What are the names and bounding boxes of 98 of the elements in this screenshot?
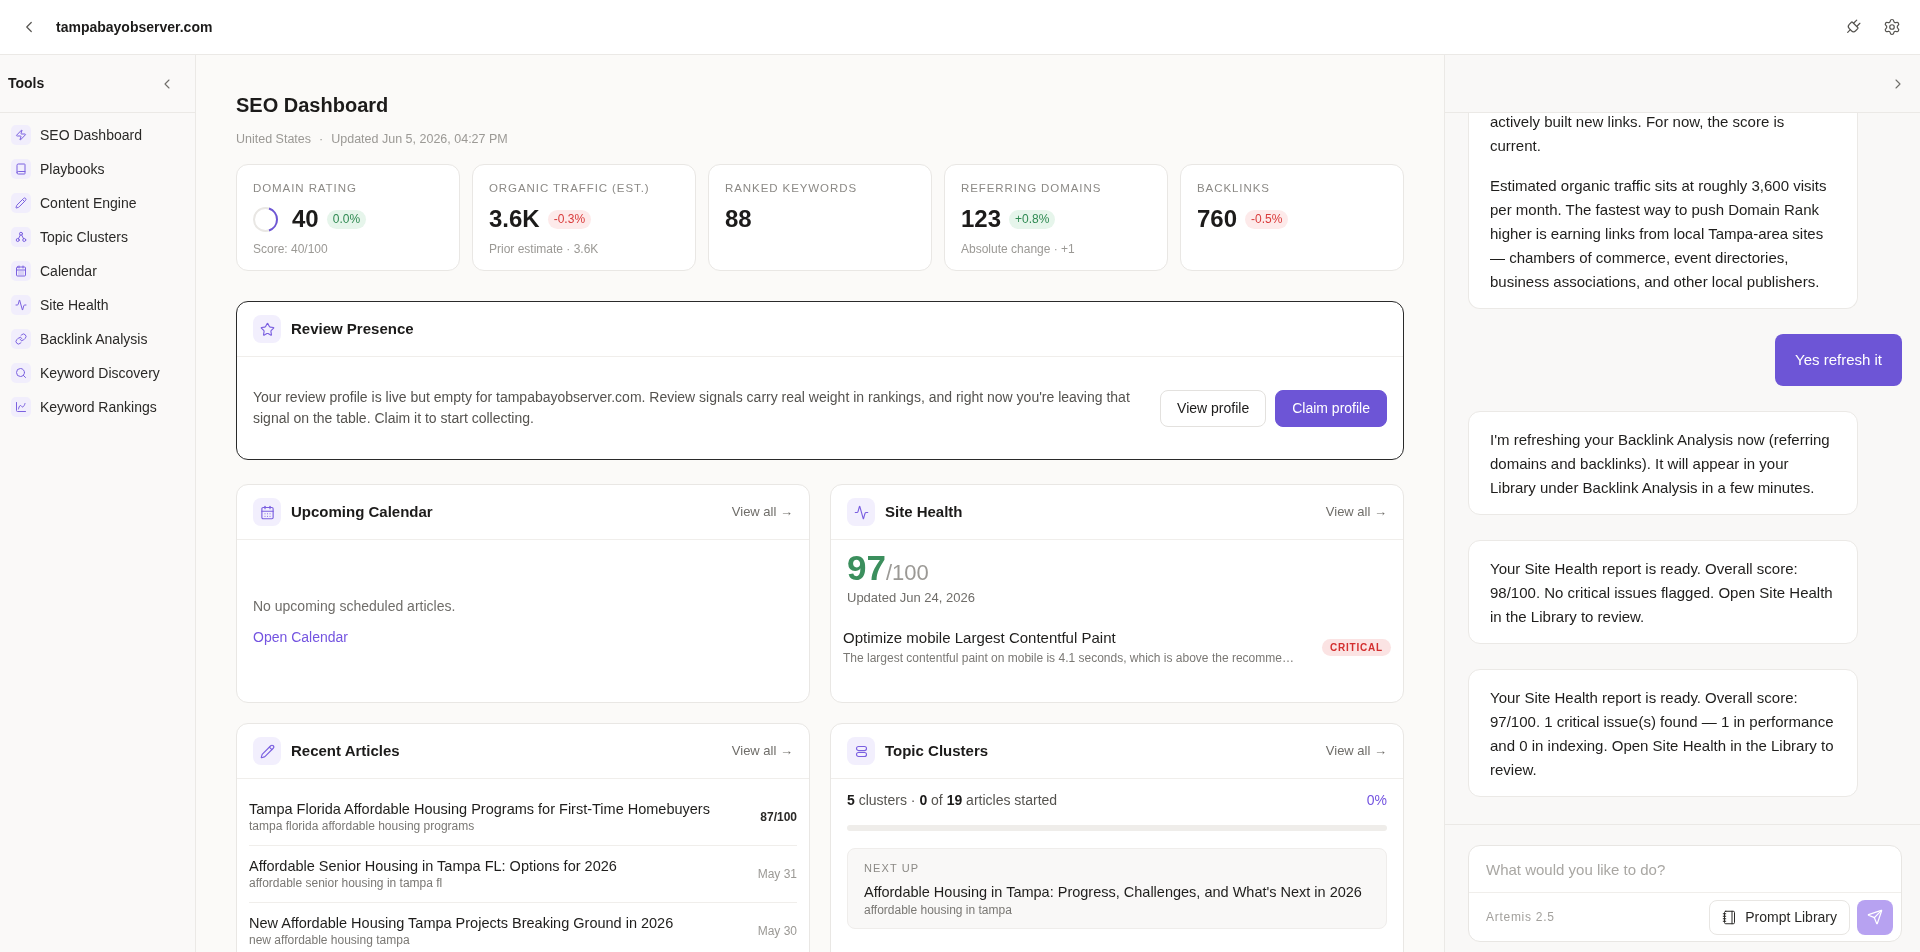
change-badge: 0.0% xyxy=(326,209,367,229)
updated-text: Updated Jun 24, 2026 xyxy=(847,589,976,607)
view-all-link[interactable]: View all → xyxy=(1325,741,1387,761)
claim-button[interactable]: Claim profile xyxy=(1275,389,1387,427)
sidebar-item[interactable]: Content Engine xyxy=(0,186,195,220)
message-composer[interactable]: What would you like to do? Artemis 2.5 Prompt Library xyxy=(1468,845,1902,942)
message-text: Yes refresh it xyxy=(1795,350,1882,370)
metric-value: 3.6K xyxy=(489,204,540,234)
message-input[interactable]: What would you like to do? xyxy=(1469,846,1901,893)
article-keyword: affordable senior housing in tampa fl xyxy=(249,876,444,891)
metric-value: 88 xyxy=(725,204,752,234)
page-title: SEO Dashboard xyxy=(236,93,390,118)
sidebar-item[interactable]: Site Health xyxy=(0,288,195,322)
nodes-icon xyxy=(11,227,31,247)
sidebar-item[interactable]: Playbooks xyxy=(0,152,195,186)
article-keyword: new affordable housing tampa xyxy=(249,933,411,948)
prompt-library-button[interactable]: Prompt Library xyxy=(1709,899,1850,935)
pulse-icon xyxy=(11,295,31,315)
message-text: Your Site Health report is ready. Overall score: 98/100. No critical issues flagged. Open Site Health in the Library to review. xyxy=(1490,559,1834,627)
chart-icon xyxy=(11,397,31,417)
model-label: Artemis 2.5 xyxy=(1486,909,1555,926)
change-badge: +0.8% xyxy=(1009,209,1056,229)
change-badge: -0.5% xyxy=(1245,209,1289,229)
card-title: Recent Articles xyxy=(291,740,400,761)
health-score: 97 xyxy=(847,548,886,588)
pencil-icon xyxy=(253,737,281,765)
updated-text: Updated Jun 5, 2026, 04:27 PM xyxy=(331,131,508,148)
issue-description: The largest contentful paint on mobile is 4.1 seconds, which is above the recomme… xyxy=(843,650,1295,666)
star-icon xyxy=(253,315,281,343)
severity-badge: CRITICAL xyxy=(1321,638,1391,656)
separator-dot: · xyxy=(319,131,324,148)
metric-label: ORGANIC TRAFFIC (EST.) xyxy=(489,181,651,196)
notebook-icon xyxy=(1722,909,1738,925)
open-calendar-link[interactable]: Open Calendar xyxy=(253,626,348,647)
article-row[interactable]: Affordable Senior Housing in Tampa FL: Options for 2026 affordable senior housing in tampa fl May 31 xyxy=(249,846,797,903)
site-title: tampabayobserver.com xyxy=(56,17,213,37)
article-score: 87/100 xyxy=(760,808,797,826)
message-text: I'm refreshing your Backlink Analysis now (referring domains and backlinks). It will appear in your Library under Backlink Analysis in a few minutes. xyxy=(1490,430,1831,498)
article-row[interactable]: Tampa Florida Affordable Housing Programs for First-Time Homebuyers tampa florida affordable housing programs 87/100 xyxy=(249,789,797,846)
metric-note: Absolute change · +1 xyxy=(961,241,1076,257)
stack-icon xyxy=(847,737,875,765)
sidebar-item[interactable]: Keyword Rankings xyxy=(0,390,195,424)
lightning-icon xyxy=(11,125,31,145)
metric-value: 40 xyxy=(292,204,319,234)
send-icon xyxy=(1867,909,1883,925)
link-icon xyxy=(11,329,31,349)
search-icon xyxy=(11,363,31,383)
change-badge: -0.3% xyxy=(547,209,592,229)
card-title: Upcoming Calendar xyxy=(291,501,433,522)
calendar-icon xyxy=(253,498,281,526)
connect-button[interactable] xyxy=(1844,18,1862,36)
metric-label: REFERRING DOMAINS xyxy=(961,181,1103,196)
article-date: May 31 xyxy=(757,865,797,883)
next-up-label: NEXT UP xyxy=(864,861,921,876)
issue-title: Optimize mobile Largest Contentful Paint xyxy=(843,628,1117,648)
sidebar-item[interactable]: Calendar xyxy=(0,254,195,288)
card-title: Topic Clusters xyxy=(885,740,989,761)
cluster-summary: 5 clusters · 0 of 19 articles started xyxy=(847,791,1058,810)
metric-value: 760 xyxy=(1197,204,1238,234)
empty-state-text: No upcoming scheduled articles. xyxy=(253,596,457,616)
article-title: Affordable Senior Housing in Tampa FL: Options for 2026 xyxy=(249,857,618,876)
location-text: United States xyxy=(236,131,312,148)
next-article-title[interactable]: Affordable Housing in Tampa: Progress, Challenges, and What's Next in 2026 xyxy=(864,882,1370,902)
sidebar-item[interactable]: Topic Clusters xyxy=(0,220,195,254)
view-all-link[interactable]: View all → xyxy=(731,741,793,761)
settings-icon xyxy=(1883,18,1901,36)
pencil-icon xyxy=(11,193,31,213)
metric-value: 123 xyxy=(961,204,1002,234)
score-max: /100 xyxy=(885,560,929,587)
sidebar-item[interactable]: SEO Dashboard xyxy=(0,118,195,152)
sidebar-item[interactable]: Backlink Analysis xyxy=(0,322,195,356)
message-text: Your Site Health report is ready. Overall score: 97/100. 1 critical issue(s) found — 1 in performance and 0 in indexing. Open Site Health in the Library to review. xyxy=(1490,688,1835,780)
view-button[interactable]: View profile xyxy=(1160,389,1267,427)
metric-label: DOMAIN RATING xyxy=(253,181,358,196)
metric-note: Score: 40/100 xyxy=(253,241,329,257)
card-title: Review Presence xyxy=(291,318,414,339)
book-icon xyxy=(11,159,31,179)
progress-percent: 0% xyxy=(1366,791,1387,810)
message-text: Estimated organic traffic sits at roughly 3,600 visits per month. The fastest way to push Domain Rank higher is earning links from local Tampa-area sites — chambers of commerce, event directories, business associations, and other local publishers. xyxy=(1490,176,1828,292)
metric-label: RANKED KEYWORDS xyxy=(725,181,858,196)
metric-note: Prior estimate · 3.6K xyxy=(489,241,600,257)
metric-label: BACKLINKS xyxy=(1197,181,1271,196)
article-title: Tampa Florida Affordable Housing Programs for First-Time Homebuyers xyxy=(249,800,711,819)
message-text: actively built new links. For now, the score is current. xyxy=(1490,113,1786,156)
next-article-keyword: affordable housing in tampa xyxy=(864,902,1013,918)
article-row[interactable]: New Affordable Housing Tampa Projects Breaking Ground in 2026 new affordable housing tampa May 30 xyxy=(249,903,797,952)
sidebar-title: Tools xyxy=(8,74,45,93)
pulse-icon xyxy=(847,498,875,526)
article-keyword: tampa florida affordable housing programs xyxy=(249,819,476,834)
sidebar-item[interactable]: Keyword Discovery xyxy=(0,356,195,390)
settings-button[interactable] xyxy=(1883,18,1901,36)
article-title: New Affordable Housing Tampa Projects Breaking Ground in 2026 xyxy=(249,914,675,933)
review-message: Your review profile is live but empty for tampabayobserver.com. Review signals carry real weight in rankings, and right now you're leaving that signal on the table. Claim it to start collecting. xyxy=(253,388,1131,428)
calendar-icon xyxy=(11,261,31,281)
view-all-link[interactable]: View all → xyxy=(731,502,793,522)
card-title: Site Health xyxy=(885,501,963,522)
view-all-link[interactable]: View all → xyxy=(1325,502,1387,522)
article-date: May 30 xyxy=(757,922,797,940)
